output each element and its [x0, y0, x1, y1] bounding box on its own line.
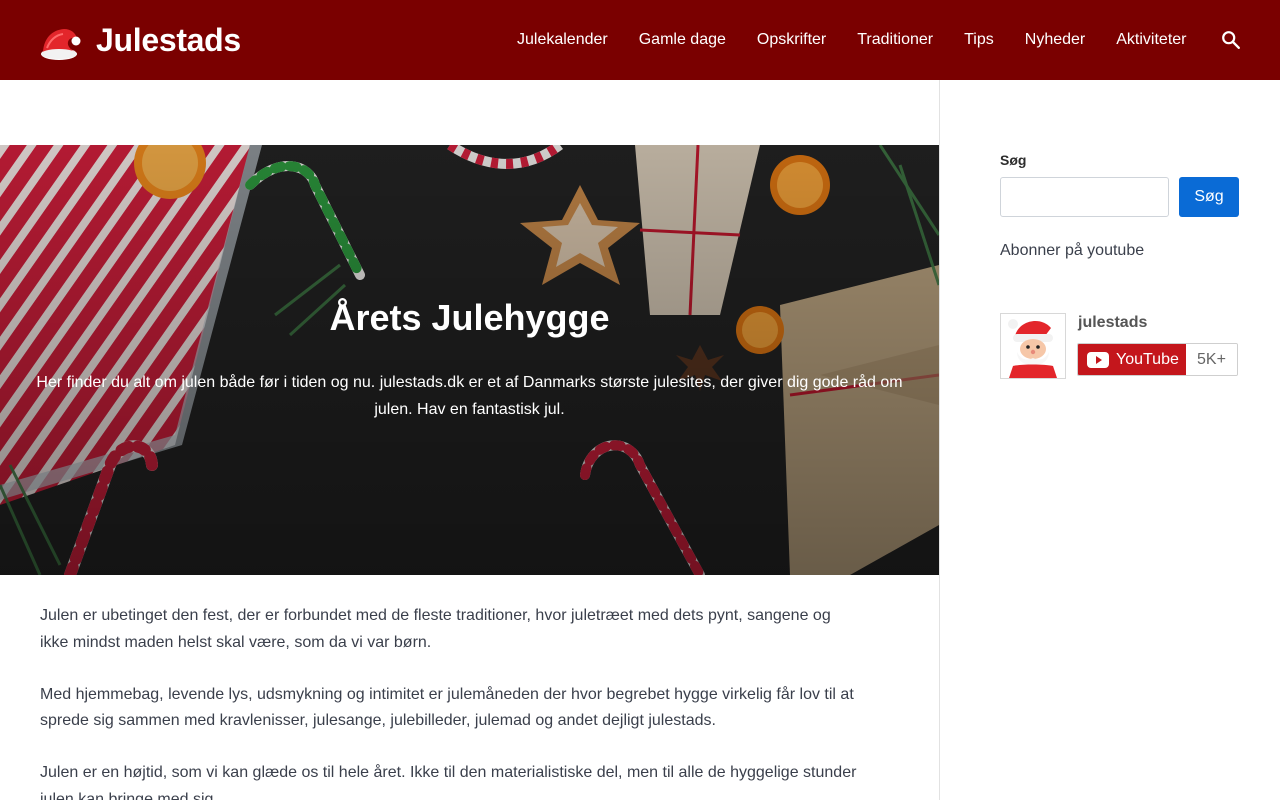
search-icon[interactable]: [1220, 29, 1242, 51]
channel-avatar[interactable]: [1000, 313, 1066, 379]
main-nav: Julekalender Gamle dage Opskrifter Tradi…: [501, 0, 1202, 80]
hero-banner: Årets Julehygge Her finder du alt om jul…: [0, 145, 939, 575]
hero-title: Årets Julehygge: [329, 297, 610, 338]
site-header: Julestads Julekalender Gamle dage Opskri…: [0, 0, 1280, 80]
nav-item-gamle-dage[interactable]: Gamle dage: [623, 0, 741, 80]
santa-avatar-icon: [1001, 314, 1065, 378]
nav-item-opskrifter[interactable]: Opskrifter: [741, 0, 841, 80]
youtube-label: YouTube: [1116, 350, 1179, 368]
nav-item-traditioner[interactable]: Traditioner: [842, 0, 949, 80]
nav-item-tips[interactable]: Tips: [949, 0, 1010, 80]
search-button[interactable]: Søg: [1179, 177, 1239, 217]
search-label: Søg: [1000, 152, 1027, 168]
youtube-subscribe-button[interactable]: YouTube 5K+: [1077, 343, 1238, 376]
main-content: Årets Julehygge Her finder du alt om jul…: [0, 80, 940, 800]
subscriber-count: 5K+: [1186, 344, 1237, 375]
site-name: Julestads: [96, 21, 241, 58]
article-paragraph-3: Julen er en højtid, som vi kan glæde os …: [40, 764, 857, 800]
hero-description: Her finder du alt om julen både før i ti…: [36, 374, 903, 418]
article-paragraph-2: Med hjemmebag, levende lys, udsmykning o…: [40, 685, 854, 730]
youtube-play-icon: [1087, 351, 1109, 368]
search-input[interactable]: [1000, 177, 1169, 217]
youtube-subscribe-widget: julestads YouTube 5K+: [1000, 313, 1240, 379]
youtube-brand-area: YouTube: [1078, 344, 1186, 375]
channel-name[interactable]: julestads: [1078, 314, 1147, 332]
article-body: Julen er ubetinget den fest, der er forb…: [40, 603, 860, 800]
nav-item-nyheder[interactable]: Nyheder: [1009, 0, 1100, 80]
article-paragraph-1: Julen er ubetinget den fest, der er forb…: [40, 607, 831, 651]
christmas-background-image: [0, 145, 939, 575]
nav-item-julekalender[interactable]: Julekalender: [501, 0, 623, 80]
santa-hat-icon: [41, 29, 81, 60]
subscribe-heading: Abonner på youtube: [1000, 242, 1145, 259]
site-logo-link[interactable]: Julestads: [38, 18, 241, 62]
nav-item-aktiviteter[interactable]: Aktiviteter: [1101, 0, 1202, 80]
